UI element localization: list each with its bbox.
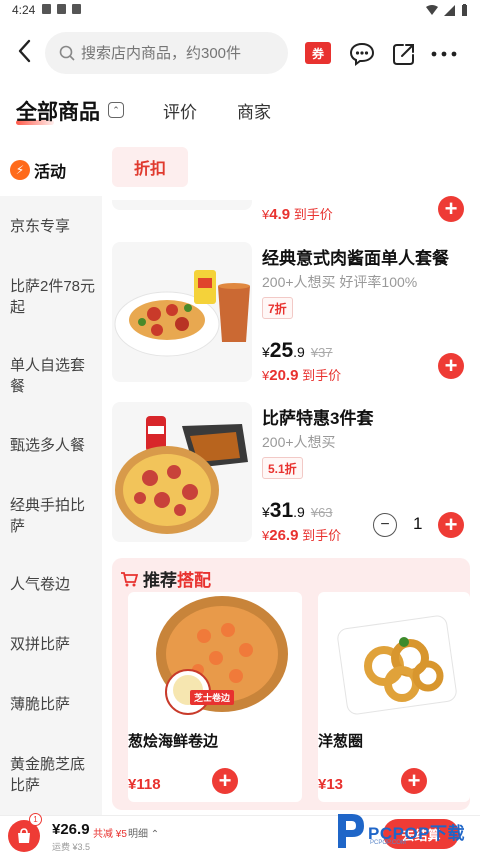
pasta-set-image (114, 270, 250, 357)
product-image[interactable] (112, 402, 252, 542)
original-price: ¥37 (310, 345, 333, 360)
wifi-icon (426, 5, 438, 15)
cart-icon (121, 571, 138, 586)
sidebar-item[interactable]: 薄脆比萨 (10, 694, 96, 715)
expand-icon[interactable]: ⌃ (108, 102, 124, 118)
original-price: ¥63 (310, 505, 333, 520)
watermark: PCPOP下载 PCPOP.COM (330, 808, 480, 853)
discount-badge: 5.1折 (262, 457, 303, 479)
sidebar-item[interactable]: 单人自选套餐 (10, 355, 96, 397)
tab-bar: 全部商品 ⌃ 评价 商家 (0, 92, 480, 132)
cheese-crust-badge: 芝士卷边 (190, 690, 235, 705)
recommend-title: 推荐 搭配 (120, 566, 211, 591)
sidebar-item[interactable]: 黄金脆芝底比萨 (10, 754, 96, 796)
category-sidebar: ⚡ 活动 京东专享 比萨2件78元起 单人自选套餐 甄选多人餐 经典手拍比萨 人… (0, 144, 102, 824)
shopping-bag-icon (18, 828, 30, 843)
product-title[interactable]: 比萨特惠3件套 (262, 404, 373, 429)
more-icon[interactable] (430, 40, 458, 68)
product-image[interactable] (112, 242, 252, 382)
search-bar[interactable] (45, 32, 288, 74)
product-image (112, 200, 252, 210)
image-icon (72, 4, 81, 14)
lightning-icon: ⚡ (10, 160, 30, 180)
watermark-logo (338, 814, 364, 848)
sidebar-item[interactable]: 人气卷边 (10, 574, 96, 595)
product-stats: 200+人想买 (262, 434, 336, 450)
sidebar-item-label: 活动 (34, 164, 67, 181)
sidebar-item-activity[interactable]: ⚡ 活动 (0, 144, 102, 196)
recommend-card[interactable] (318, 592, 470, 802)
signal-icon (444, 4, 455, 16)
cart-total: ¥26.9 (52, 821, 90, 838)
product-title[interactable]: 经典意式肉酱面单人套餐 (262, 244, 449, 269)
add-button[interactable]: + (438, 353, 464, 379)
decrease-quantity-button[interactable]: − (373, 513, 397, 537)
status-time: 4:24 (12, 3, 36, 17)
sidebar-item[interactable]: 比萨2件78元起 (10, 276, 96, 318)
cart-saved: 共减 ¥5 (93, 829, 127, 840)
add-button[interactable]: + (212, 768, 238, 794)
filter-chip-discount[interactable]: 折扣 (112, 147, 188, 187)
search-icon (59, 45, 75, 61)
cart-count-badge: 1 (29, 813, 42, 826)
tab-all-products[interactable]: 全部商品 (16, 96, 100, 126)
product-price: ¥25.9 ¥37 (262, 339, 333, 362)
status-bar: 4:24 (0, 0, 480, 20)
status-system-icons (426, 4, 468, 16)
sidebar-item[interactable]: 京东专享 (10, 216, 96, 237)
notification-icon (42, 4, 51, 14)
recommend-card-name[interactable]: 洋葱圈 (318, 730, 363, 751)
recommend-card-price: ¥13 (318, 776, 344, 793)
add-button[interactable]: + (438, 196, 464, 222)
top-bar: 券 (0, 26, 480, 80)
recommend-section: 推荐 搭配 芝士卷边 葱烩海鲜卷边 ¥118 + 洋葱圈 ¥13 + (112, 558, 470, 810)
recommend-card-name[interactable]: 葱烩海鲜卷边 (128, 730, 218, 751)
cart-detail-link[interactable]: 明细 ⌃ (128, 825, 159, 840)
discount-badge: 7折 (262, 297, 293, 319)
sidebar-item[interactable]: 甄选多人餐 (10, 435, 96, 456)
sidebar-item[interactable]: 双拼比萨 (10, 634, 96, 655)
coupon-button[interactable]: 券 (305, 42, 331, 64)
onion-rings-image (337, 615, 457, 715)
chat-icon[interactable] (348, 40, 376, 68)
quantity-value: 1 (413, 514, 423, 533)
recommend-card-price: ¥118 (128, 776, 161, 793)
product-price: ¥31.9 ¥63 (262, 499, 333, 522)
deal-price: ¥20.9 到手价 (262, 367, 342, 384)
deal-price: ¥26.9 到手价 (262, 527, 342, 544)
battery-icon (462, 4, 467, 16)
recommend-card[interactable]: 芝士卷边 (128, 592, 302, 802)
add-button[interactable]: + (438, 512, 464, 538)
notification-icon (57, 4, 66, 14)
search-input[interactable] (81, 44, 271, 62)
tab-merchant[interactable]: 商家 (237, 98, 271, 123)
delivery-fee: 运费 ¥3.5 (52, 842, 91, 852)
share-icon[interactable] (390, 40, 418, 68)
add-button[interactable]: + (401, 768, 427, 794)
partial-deal-price: ¥4.9 到手价 (262, 206, 333, 223)
product-stats: 200+人想买 好评率100% (262, 274, 418, 290)
tab-reviews[interactable]: 评价 (163, 98, 197, 123)
sidebar-item[interactable]: 经典手拍比萨 (10, 495, 96, 537)
back-arrow-icon[interactable] (12, 36, 38, 66)
pizza-set-image (115, 416, 248, 534)
status-notification-icons (42, 4, 81, 14)
